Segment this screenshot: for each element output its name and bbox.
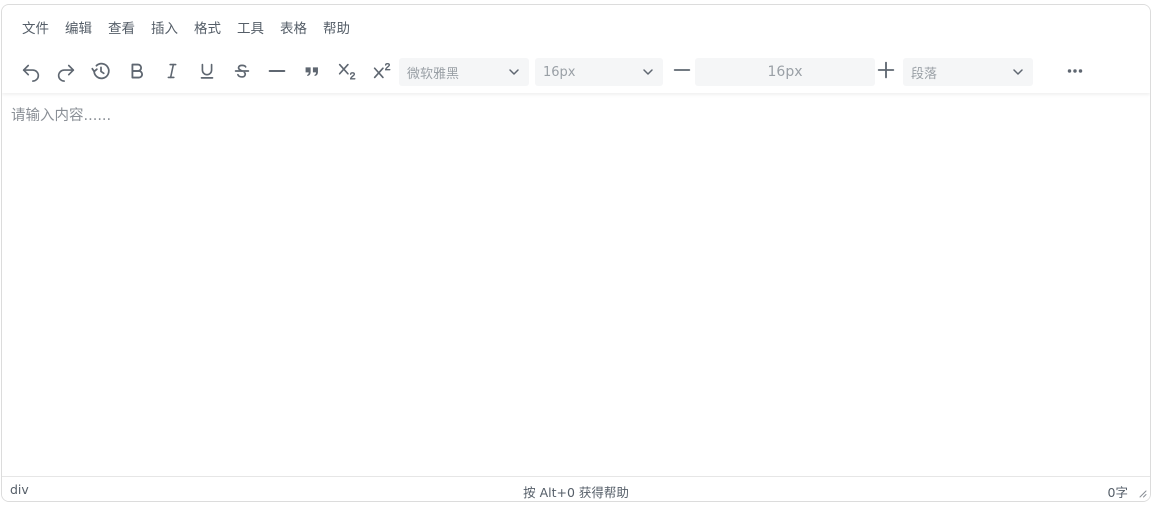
toolbar: 微软雅黑 16px 16px 段落 [13, 53, 1133, 89]
chevron-down-icon [509, 69, 519, 75]
bold-button[interactable] [121, 56, 153, 86]
bold-icon [131, 63, 143, 79]
font-family-value: 微软雅黑 [407, 66, 460, 82]
minus-icon [673, 69, 691, 71]
menubar: 文件 编辑 查看 插入 格式 工具 表格 帮助 [12, 17, 358, 41]
subscript-icon [338, 63, 356, 80]
superscript-button[interactable] [366, 56, 398, 86]
font-size-input[interactable]: 16px [695, 58, 875, 86]
underline-button[interactable] [191, 56, 223, 86]
undo-button[interactable] [15, 56, 47, 86]
horizontal-rule-icon [268, 69, 286, 73]
editor-content-area[interactable]: 请输入内容...... [2, 93, 1150, 477]
strikethrough-icon [234, 64, 250, 78]
word-count[interactable]: 0字 [1108, 482, 1128, 501]
content-placeholder: 请输入内容...... [11, 108, 112, 124]
more-button[interactable] [1059, 56, 1091, 86]
menu-table[interactable]: 表格 [272, 17, 315, 41]
menu-file[interactable]: 文件 [12, 17, 57, 41]
menu-view[interactable]: 查看 [100, 17, 143, 41]
menu-tools[interactable]: 工具 [229, 17, 272, 41]
history-icon [91, 62, 110, 80]
plus-icon [877, 61, 895, 79]
subscript-button[interactable] [331, 56, 363, 86]
superscript-icon [373, 62, 391, 79]
rich-text-editor: 文件 编辑 查看 插入 格式 工具 表格 帮助 微软雅黑 16px 16px 段… [1, 4, 1151, 502]
statusbar: div 按 Alt+0 获得帮助 0字 [2, 476, 1150, 501]
blockquote-button[interactable] [296, 56, 328, 86]
editor-header: 文件 编辑 查看 插入 格式 工具 表格 帮助 微软雅黑 16px 16px 段… [2, 5, 1150, 93]
decrease-font-size-button[interactable] [666, 55, 698, 85]
horizontal-rule-button[interactable] [261, 56, 293, 86]
block-format-select[interactable]: 段落 [903, 58, 1033, 86]
redo-icon [57, 64, 75, 82]
font-size-value: 16px [543, 64, 576, 80]
menu-insert[interactable]: 插入 [143, 17, 186, 41]
redo-button[interactable] [50, 56, 82, 86]
italic-icon [167, 63, 177, 79]
resize-handle-icon[interactable] [1137, 488, 1147, 498]
chevron-down-icon [1013, 69, 1023, 75]
block-format-value: 段落 [911, 66, 938, 82]
help-hint: 按 Alt+0 获得帮助 [523, 485, 629, 500]
menu-help[interactable]: 帮助 [315, 17, 358, 41]
menu-format[interactable]: 格式 [186, 17, 229, 41]
font-size-select[interactable]: 16px [535, 58, 663, 86]
more-horizontal-icon [1067, 69, 1083, 73]
menu-edit[interactable]: 编辑 [57, 17, 100, 41]
strikethrough-button[interactable] [226, 56, 258, 86]
chevron-down-icon [643, 69, 653, 75]
increase-font-size-button[interactable] [870, 55, 902, 85]
italic-button[interactable] [156, 56, 188, 86]
blockquote-icon [305, 67, 318, 77]
underline-icon [200, 63, 214, 79]
font-family-select[interactable]: 微软雅黑 [399, 58, 529, 86]
history-button[interactable] [85, 56, 117, 86]
undo-icon [22, 64, 40, 82]
